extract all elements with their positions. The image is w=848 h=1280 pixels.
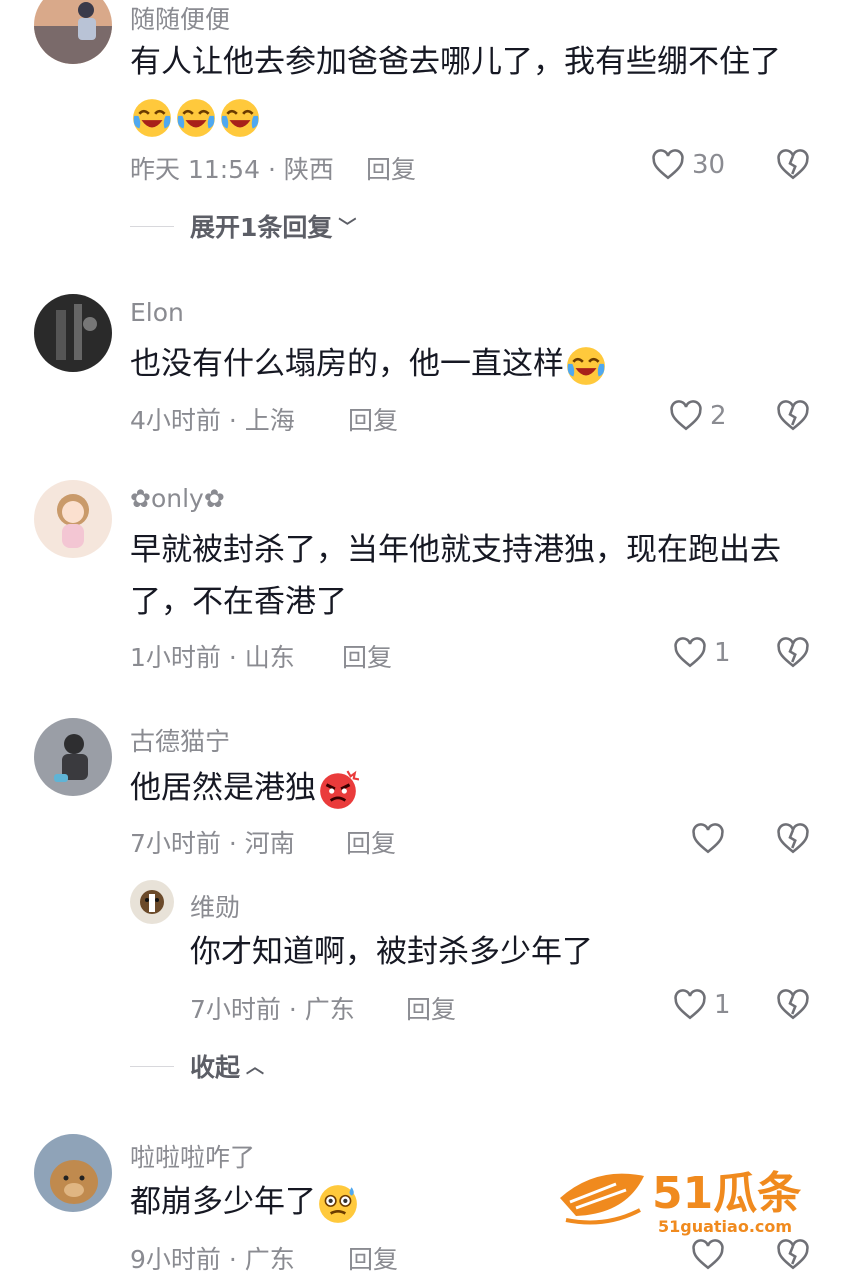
comment-username[interactable]: 古德猫宁 <box>130 722 230 758</box>
dislike-button[interactable] <box>775 1237 811 1273</box>
dislike-button[interactable] <box>775 147 811 183</box>
watermark-brand: 51瓜条 <box>652 1168 801 1219</box>
avatar[interactable] <box>34 480 112 558</box>
heart-icon <box>652 149 684 180</box>
reply-button[interactable]: 回复 <box>406 990 456 1026</box>
broken-heart-icon <box>777 1239 809 1270</box>
heart-icon <box>692 1239 724 1270</box>
comment-text-content: 也没有什么塌房的，他一直这样 <box>130 346 564 382</box>
reply-button[interactable]: 回复 <box>348 401 398 437</box>
comment-text-line: 早就被封杀了，当年他就支持港独，现在跑出去 <box>130 532 781 568</box>
laugh-cry-emoji-icon <box>565 345 607 387</box>
comment-time-location: 昨天 11:54 · 陕西 <box>130 155 334 184</box>
comment-text-line: 了，不在香港了 <box>130 584 347 620</box>
divider-line <box>130 225 174 227</box>
comment-text: 他居然是港独 <box>130 762 820 814</box>
comment-text: 也没有什么塌房的，他一直这样 <box>130 338 820 390</box>
reply-button[interactable]: 回复 <box>342 638 392 674</box>
comment-username[interactable]: ✿only✿ <box>130 484 225 513</box>
like-button[interactable]: 2 <box>668 398 727 434</box>
reply-button[interactable]: 回复 <box>346 824 396 860</box>
watermelon-logo-icon <box>560 1173 644 1225</box>
comment-time-location: 4小时前 · 上海 <box>130 406 295 435</box>
like-button[interactable] <box>690 1237 726 1273</box>
avatar[interactable] <box>34 1134 112 1212</box>
avatar[interactable] <box>34 294 112 372</box>
broken-heart-icon <box>777 823 809 854</box>
avatar[interactable] <box>130 880 174 924</box>
comment-time-location: 1小时前 · 山东 <box>130 643 295 672</box>
laugh-cry-emoji-icon <box>175 97 217 139</box>
heart-icon <box>692 823 724 854</box>
like-button[interactable]: 1 <box>672 987 731 1023</box>
watermark-logo: 51瓜条 51guatiao.com <box>556 1158 826 1238</box>
heart-icon <box>670 400 702 431</box>
comment-time-location: 9小时前 · 广东 <box>130 1245 295 1274</box>
chevron-down-icon: ﹀ <box>338 217 357 238</box>
like-count: 30 <box>692 150 726 180</box>
reply-username[interactable]: 维勋 <box>190 888 240 924</box>
comment-time-location: 7小时前 · 河南 <box>130 829 295 858</box>
divider-line <box>130 1065 174 1067</box>
comment-text-content: 他居然是港独 <box>130 770 316 806</box>
laugh-cry-emoji-icon <box>131 97 173 139</box>
comment-emoji-row <box>130 90 820 142</box>
comment-username[interactable]: Elon <box>130 298 184 327</box>
dislike-button[interactable] <box>775 398 811 434</box>
dislike-button[interactable] <box>775 821 811 857</box>
comment-text: 有人让他去参加爸爸去哪儿了，我有些绷不住了 <box>130 36 820 88</box>
dislike-button[interactable] <box>775 987 811 1023</box>
comment-username[interactable]: 随随便便 <box>130 0 230 36</box>
reply-time-location: 7小时前 · 广东 <box>190 995 355 1024</box>
like-button[interactable] <box>690 821 726 857</box>
reply-text: 你才知道啊，被封杀多少年了 <box>190 926 810 978</box>
reply-button[interactable]: 回复 <box>348 1240 398 1276</box>
expand-replies-button[interactable]: 展开1条回复 ﹀ <box>130 208 356 244</box>
watermark-url: 51guatiao.com <box>658 1217 792 1236</box>
expand-replies-label: 展开1条回复 <box>190 213 333 242</box>
reply-text-content: 你才知道啊，被封杀多少年了 <box>190 934 593 970</box>
like-button[interactable]: 1 <box>672 635 731 671</box>
collapse-replies-button[interactable]: 收起 ︿ <box>130 1048 264 1084</box>
dislike-button[interactable] <box>775 635 811 671</box>
heart-icon <box>674 637 706 668</box>
like-count: 1 <box>714 990 731 1020</box>
broken-heart-icon <box>777 989 809 1020</box>
broken-heart-icon <box>777 149 809 180</box>
angry-emoji-icon <box>317 769 359 811</box>
like-count: 1 <box>714 638 731 668</box>
laugh-cry-emoji-icon <box>219 97 261 139</box>
reply-button[interactable]: 回复 <box>366 150 416 186</box>
chevron-up-icon: ︿ <box>246 1057 265 1078</box>
anxious-emoji-icon <box>317 1183 359 1225</box>
broken-heart-icon <box>777 400 809 431</box>
like-count: 2 <box>710 401 727 431</box>
comment-username[interactable]: 啦啦啦咋了 <box>130 1138 255 1174</box>
avatar[interactable] <box>34 718 112 796</box>
comment-text-content: 都崩多少年了 <box>130 1184 316 1220</box>
like-button[interactable]: 30 <box>650 147 725 183</box>
comment-text: 早就被封杀了，当年他就支持港独，现在跑出去 了，不在香港了 <box>130 524 820 628</box>
avatar[interactable] <box>34 0 112 64</box>
collapse-replies-label: 收起 <box>190 1053 241 1082</box>
comment-text-content: 有人让他去参加爸爸去哪儿了，我有些绷不住了 <box>130 44 781 80</box>
broken-heart-icon <box>777 637 809 668</box>
heart-icon <box>674 989 706 1020</box>
